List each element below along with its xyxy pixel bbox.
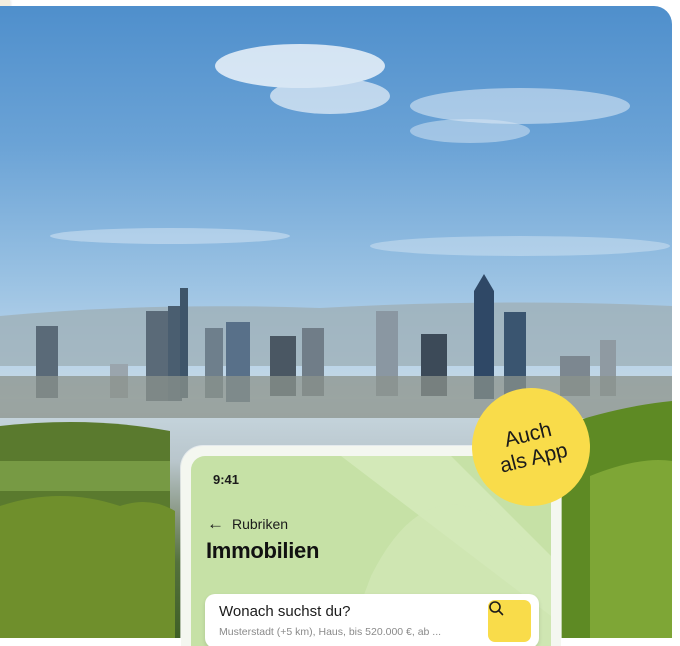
back-arrow-icon: ←: [207, 514, 224, 533]
search-label: Wonach suchst du?: [219, 603, 351, 620]
page-title: Immobilien: [206, 538, 320, 563]
search-button[interactable]: [488, 600, 531, 642]
back-label: Rubriken: [232, 515, 289, 532]
search-hint: Musterstadt (+5 km), Haus, bis 520.000 €…: [219, 626, 442, 638]
search-field[interactable]: Wonach suchst du? Musterstadt (+5 km), H…: [205, 594, 539, 646]
search-icon: [489, 601, 504, 616]
status-time: 9:41: [213, 472, 240, 487]
back-link[interactable]: ← Rubriken: [207, 515, 288, 532]
